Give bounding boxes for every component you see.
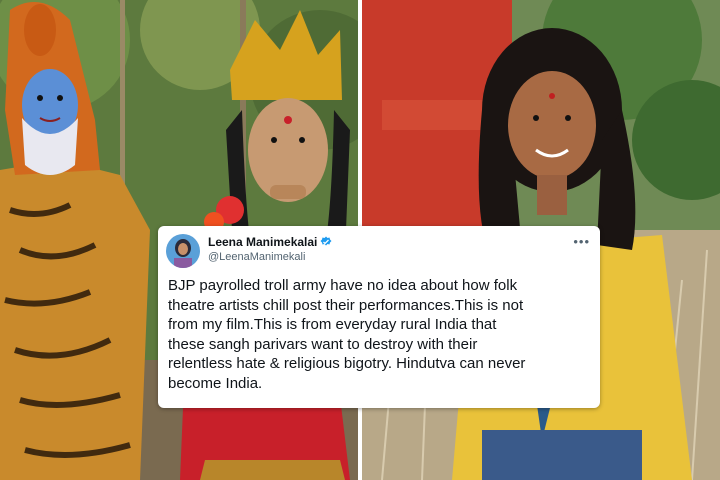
profile-photo-icon [166, 234, 200, 268]
tweet-text: BJP payrolled troll army have no idea ab… [168, 277, 526, 392]
display-name-text[interactable]: Leena Manimekalai [208, 235, 317, 249]
verified-badge-icon [320, 236, 332, 251]
display-name[interactable]: Leena Manimekalai [208, 235, 332, 251]
avatar[interactable] [166, 234, 200, 268]
tweet-card[interactable]: Leena Manimekalai @LeenaManimekali ••• B… [158, 226, 600, 408]
more-options-icon[interactable]: ••• [573, 234, 590, 249]
user-handle[interactable]: @LeenaManimekali [208, 251, 305, 263]
